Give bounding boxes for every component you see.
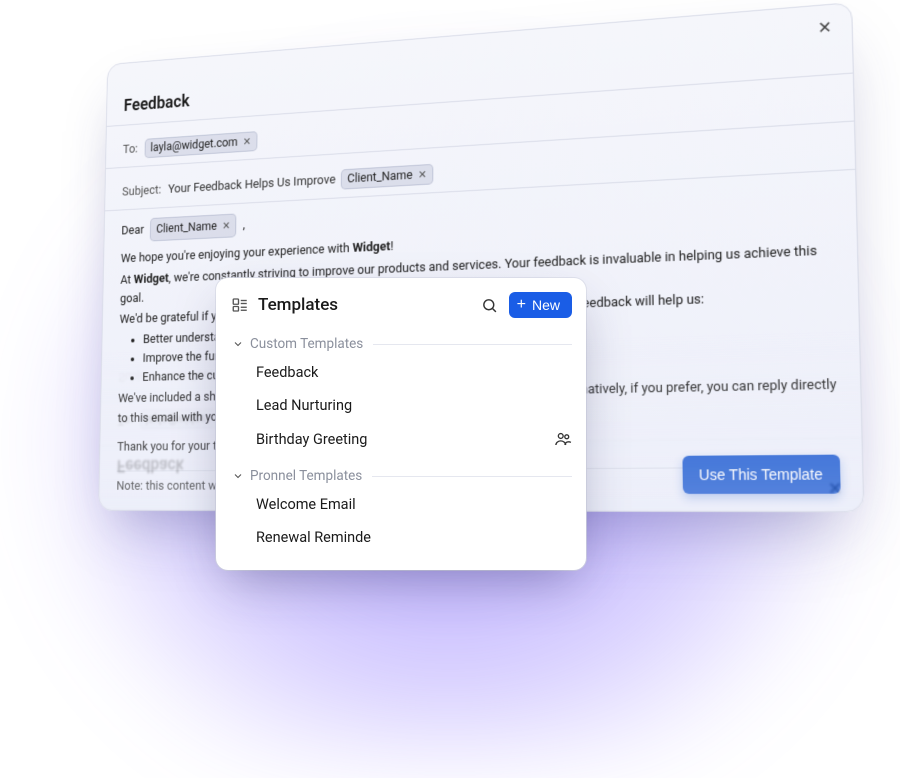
- greeting-prefix: Dear: [121, 223, 144, 238]
- template-item-label: Feedback: [256, 364, 318, 381]
- subject-label: Subject:: [122, 183, 161, 199]
- body-bold: Widget: [134, 271, 169, 287]
- template-item-welcome-email[interactable]: Welcome Email: [216, 488, 586, 521]
- popup-title: Templates: [258, 295, 477, 315]
- section-title: Custom Templates: [250, 336, 363, 352]
- template-item-renewal-reminder[interactable]: Renewal Reminde: [216, 521, 586, 554]
- plus-icon: +: [517, 297, 526, 313]
- template-item-label: Welcome Email: [256, 496, 356, 513]
- body-text: !: [390, 240, 393, 255]
- chip-remove-icon[interactable]: ✕: [243, 135, 251, 148]
- section-header-custom[interactable]: Custom Templates: [216, 332, 586, 356]
- new-template-button[interactable]: + New: [509, 292, 572, 318]
- greeting-chip[interactable]: Client_Name ✕: [150, 214, 237, 242]
- to-chip-text: layla@widget.com: [150, 135, 238, 155]
- templates-icon: [230, 295, 250, 315]
- people-icon: [554, 430, 572, 448]
- body-bold: Widget: [353, 240, 391, 256]
- greeting-suffix: ,: [243, 218, 245, 232]
- search-icon[interactable]: [477, 292, 503, 318]
- template-item-feedback[interactable]: Feedback: [216, 356, 586, 389]
- template-item-label: Birthday Greeting: [256, 431, 367, 448]
- subject-chip[interactable]: Client_Name ✕: [341, 164, 433, 190]
- greeting-chip-text: Client_Name: [156, 217, 217, 238]
- subject-text: Your Feedback Helps Us Improve: [168, 173, 336, 197]
- template-item-lead-nurturing[interactable]: Lead Nurturing: [216, 389, 586, 422]
- chevron-down-icon: [230, 336, 246, 352]
- new-button-label: New: [532, 297, 560, 313]
- to-chip[interactable]: layla@widget.com ✕: [144, 131, 257, 158]
- templates-popup: Templates + New Custom Templates Feedbac…: [216, 278, 586, 570]
- section-header-pronnel[interactable]: Pronnel Templates: [216, 464, 586, 488]
- close-icon[interactable]: ✕: [813, 15, 837, 40]
- chevron-down-icon: [230, 468, 246, 484]
- template-item-label: Lead Nurturing: [256, 397, 352, 414]
- chip-remove-icon[interactable]: ✕: [222, 218, 230, 235]
- chip-remove-icon[interactable]: ✕: [418, 168, 427, 181]
- template-item-label: Renewal Reminde: [256, 529, 371, 546]
- template-item-birthday-greeting[interactable]: Birthday Greeting: [216, 422, 586, 456]
- body-text: At: [120, 273, 134, 288]
- section-title: Pronnel Templates: [250, 468, 362, 484]
- subject-chip-text: Client_Name: [347, 168, 412, 186]
- to-label: To:: [123, 142, 138, 157]
